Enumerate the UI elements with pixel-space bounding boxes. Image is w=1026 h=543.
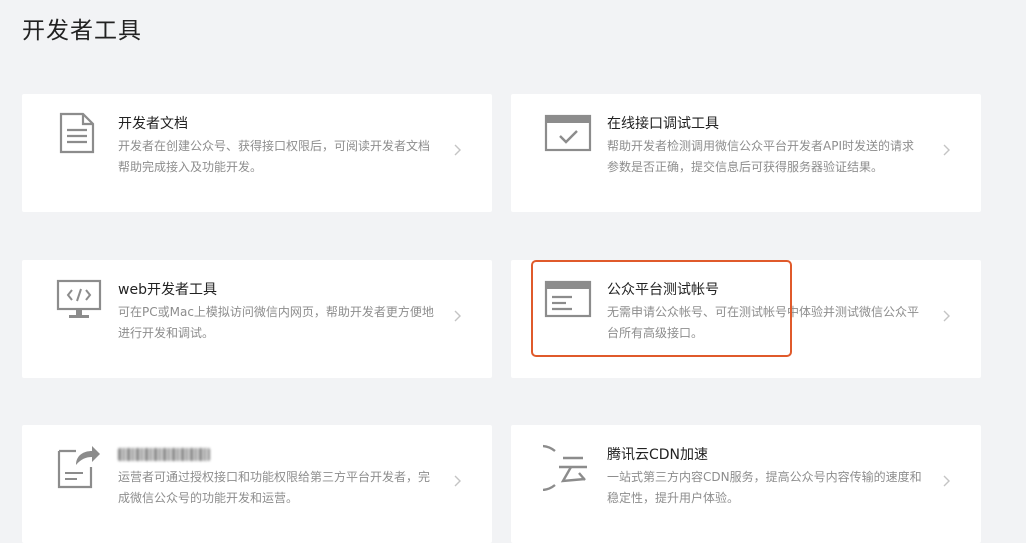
page-title: 开发者工具: [22, 18, 142, 44]
card-tencent-cdn[interactable]: 腾讯云CDN加速 一站式第三方内容CDN服务，提高公众号内容传输的速度和稳定性，…: [511, 425, 981, 543]
card-description: 帮助开发者检测调用微信公众平台开发者API时发送的请求参数是否正确，提交信息后可…: [607, 139, 914, 174]
card-web-devtools[interactable]: web开发者工具 可在PC或Mac上模拟访问微信内网页，帮助开发者更方便地进行开…: [22, 260, 492, 378]
document-share-icon: [56, 443, 100, 489]
chevron-right-icon: [941, 308, 951, 322]
browser-check-icon: [544, 112, 592, 154]
card-description: 开发者在创建公众号、获得接口权限后，可阅读开发者文档帮助完成接入及功能开发。: [118, 139, 431, 174]
card-title: 开发者文档: [118, 116, 188, 132]
card-description: 可在PC或Mac上模拟访问微信内网页，帮助开发者更方便地进行开发和调试。: [118, 305, 434, 340]
card-title: web开发者工具: [118, 282, 217, 298]
card-title-obscured: [118, 444, 210, 468]
card-description: 一站式第三方内容CDN服务，提高公众号内容传输的速度和稳定性，提升用户体验。: [607, 470, 922, 505]
cloud-yun-icon: [517, 443, 593, 492]
chevron-right-icon: [452, 473, 462, 487]
card-title: 腾讯云CDN加速: [607, 447, 709, 463]
browser-window-icon: [544, 278, 592, 320]
card-title: 在线接口调试工具: [607, 116, 719, 132]
chevron-right-icon: [941, 142, 951, 156]
chevron-right-icon: [941, 473, 951, 487]
redacted-title: [118, 448, 210, 461]
document-icon: [56, 112, 98, 154]
card-description: 运营者可通过授权接口和功能权限给第三方平台开发者，完成微信公众号的功能开发和运营…: [118, 470, 431, 505]
card-description: 无需申请公众帐号、可在测试帐号中体验并测试微信公众平台所有高级接口。: [607, 305, 920, 340]
card-api-debug-tool[interactable]: 在线接口调试工具 帮助开发者检测调用微信公众平台开发者API时发送的请求参数是否…: [511, 94, 981, 212]
card-developer-docs[interactable]: 开发者文档 开发者在创建公众号、获得接口权限后，可阅读开发者文档帮助完成接入及功…: [22, 94, 492, 212]
card-third-party-platform[interactable]: 运营者可通过授权接口和功能权限给第三方平台开发者，完成微信公众号的功能开发和运营…: [22, 425, 492, 543]
chevron-right-icon: [452, 308, 462, 322]
monitor-code-icon: [55, 278, 103, 320]
card-title: 公众平台测试帐号: [607, 282, 719, 298]
chevron-right-icon: [452, 142, 462, 156]
card-test-account[interactable]: 公众平台测试帐号 无需申请公众帐号、可在测试帐号中体验并测试微信公众平台所有高级…: [511, 260, 981, 378]
